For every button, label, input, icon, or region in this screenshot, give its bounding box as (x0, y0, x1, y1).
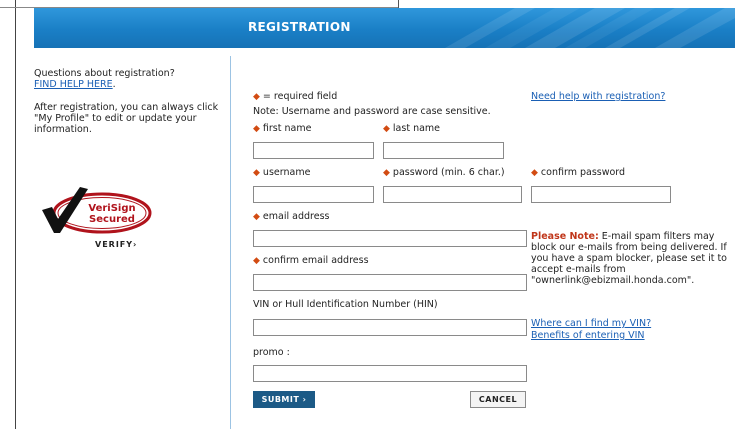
promo-label: promo : (253, 347, 290, 358)
header-decoration (445, 8, 735, 48)
after-registration-text-3: information. (34, 124, 92, 135)
required-marker-icon: ◆ (253, 92, 260, 102)
confirm-email-field[interactable] (253, 274, 527, 291)
username-label: ◆ username (253, 167, 311, 178)
registration-header-band: REGISTRATION (34, 8, 735, 48)
required-field-legend: ◆ = required field (253, 91, 338, 102)
required-marker-icon: ◆ (383, 124, 390, 134)
submit-button[interactable]: SUBMIT › (253, 391, 315, 408)
required-marker-icon: ◆ (531, 168, 538, 178)
help-link-period: . (112, 79, 116, 90)
find-help-link[interactable]: FIND HELP HERE (34, 79, 113, 90)
seal-verify-label[interactable]: VERIFY› (95, 240, 137, 249)
required-marker-icon: ◆ (383, 168, 390, 178)
confirm-password-label: ◆ confirm password (531, 167, 626, 178)
last-name-label: ◆ last name (383, 123, 441, 134)
case-sensitivity-note: Note: Username and password are case sen… (253, 106, 491, 117)
need-help-registration-link[interactable]: Need help with registration? (531, 91, 665, 102)
column-divider (230, 56, 231, 429)
password-field[interactable] (383, 186, 522, 203)
seal-line1: VeriSign (88, 203, 135, 214)
promo-field[interactable] (253, 365, 527, 382)
vin-benefits-link[interactable]: Benefits of entering VIN (531, 330, 645, 341)
after-registration-text-1: After registration, you can always click (34, 102, 219, 113)
required-marker-icon: ◆ (253, 168, 260, 178)
username-field[interactable] (253, 186, 374, 203)
sidebar: Questions about registration? FIND HELP … (34, 68, 230, 135)
spam-filter-note: Please Note: E-mail spam filters may blo… (531, 231, 731, 286)
page-title: REGISTRATION (248, 20, 351, 34)
page-frame-left-edge (15, 0, 16, 429)
email-field[interactable] (253, 230, 527, 247)
vin-field[interactable] (253, 319, 527, 336)
top-rule-tick (398, 0, 399, 8)
required-marker-icon: ◆ (253, 212, 260, 222)
first-name-label: ◆ first name (253, 123, 312, 134)
email-label: ◆ email address (253, 211, 330, 222)
last-name-field[interactable] (383, 142, 504, 159)
vin-label: VIN or Hull Identification Number (HIN) (253, 299, 438, 310)
confirm-password-field[interactable] (531, 186, 671, 203)
help-link-line: FIND HELP HERE. (34, 79, 230, 90)
after-registration-text-2: "My Profile" to edit or update your (34, 113, 197, 124)
first-name-field[interactable] (253, 142, 374, 159)
verisign-secured-seal[interactable]: VeriSign Secured (36, 183, 156, 247)
confirm-email-label: ◆ confirm email address (253, 255, 369, 266)
find-vin-link[interactable]: Where can I find my VIN? (531, 318, 651, 329)
seal-line2: Secured (89, 214, 135, 225)
password-label: ◆ password (min. 6 char.) (383, 167, 505, 178)
spam-note-title: Please Note: (531, 231, 599, 242)
cancel-button[interactable]: CANCEL (470, 391, 526, 408)
help-question-text: Questions about registration? (34, 68, 175, 79)
required-marker-icon: ◆ (253, 124, 260, 134)
required-marker-icon: ◆ (253, 256, 260, 266)
